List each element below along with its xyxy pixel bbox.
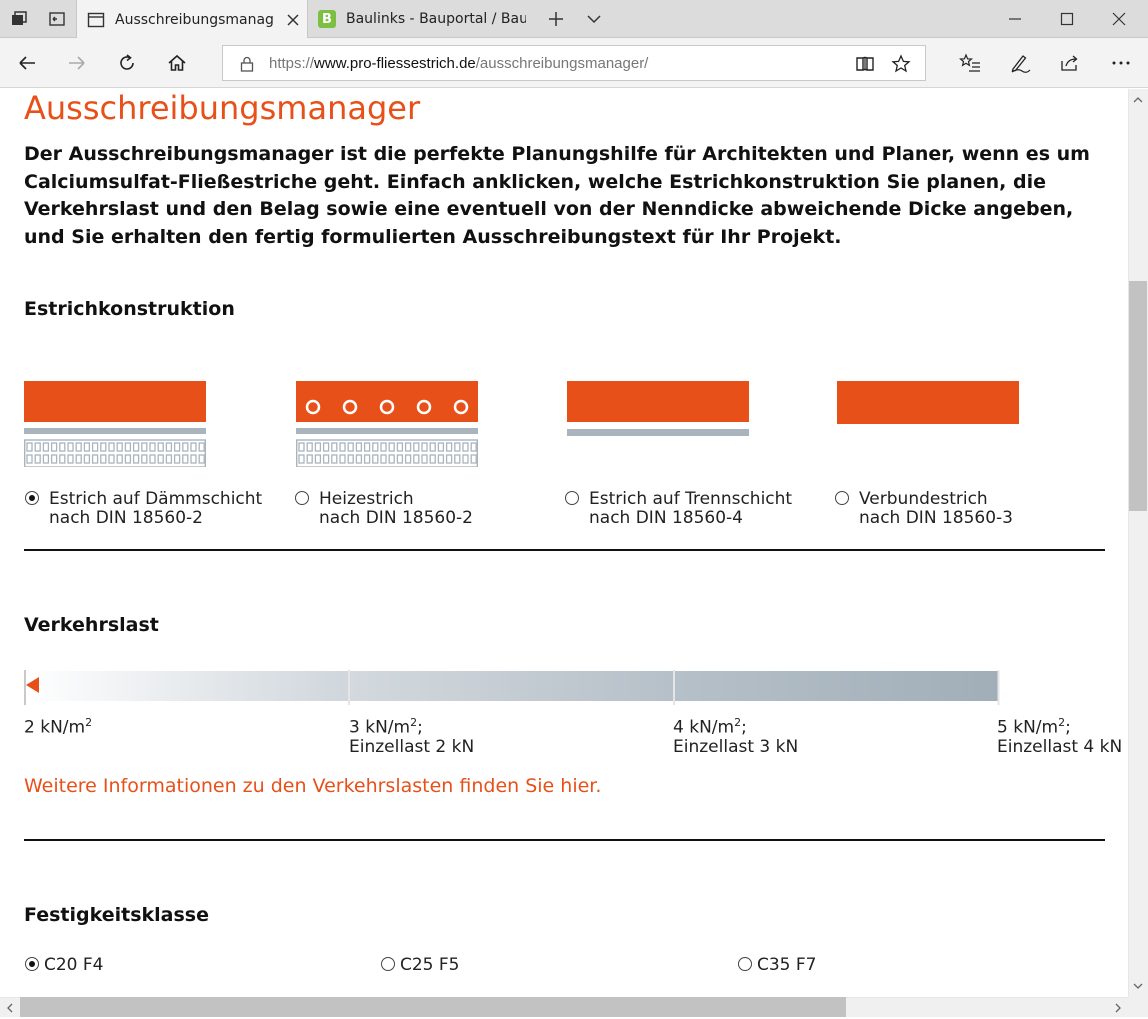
- tick-suffix: ;: [1065, 717, 1071, 738]
- load-heading: Verkehrslast: [24, 614, 159, 636]
- page-content: Ausschreibungsmanager Der Ausschreibungs…: [0, 89, 1128, 997]
- close-window-icon[interactable]: [1108, 8, 1130, 30]
- construction-label-insulation[interactable]: Estrich auf Dämmschicht nach DIN 18560-2: [49, 490, 262, 528]
- load-slider[interactable]: [24, 670, 1000, 706]
- tick-suffix: ;: [417, 717, 423, 738]
- url-scheme: https://: [269, 55, 315, 72]
- option-line2: nach DIN 18560-2: [319, 508, 473, 528]
- vertical-scrollbar[interactable]: [1128, 89, 1148, 997]
- section-divider: [24, 549, 1105, 551]
- option-line2: nach DIN 18560-2: [49, 508, 203, 528]
- tick-line1: 5 kN/m2;: [997, 713, 1122, 738]
- construction-label-heating[interactable]: Heizestrich nach DIN 18560-2: [319, 490, 473, 528]
- tab-title: Ausschreibungsmanage: [115, 11, 273, 28]
- close-tab-icon[interactable]: [285, 12, 301, 28]
- tick-sup: 2: [85, 716, 93, 729]
- url-text[interactable]: https://www.pro-fliessestrich.de/ausschr…: [269, 55, 648, 72]
- strength-radio-c20[interactable]: [25, 957, 39, 971]
- scrollbar-corner: [1128, 997, 1148, 1017]
- refresh-icon[interactable]: [114, 51, 140, 75]
- tick-line1: 4 kN/m2;: [673, 713, 798, 738]
- tick-value: 3 kN/m: [349, 717, 411, 738]
- tab-icon: [87, 11, 105, 29]
- slider-segment-2: [350, 671, 673, 701]
- forward-icon[interactable]: [64, 51, 90, 75]
- baulinks-favicon: B: [318, 10, 336, 28]
- home-icon[interactable]: [164, 51, 190, 75]
- strength-radio-c35[interactable]: [738, 957, 752, 971]
- load-info-link[interactable]: Weitere Informationen zu den Verkehrslas…: [24, 775, 601, 797]
- tab-title: Baulinks - Bauportal / Baum: [346, 11, 526, 27]
- vertical-scrollbar-thumb[interactable]: [1129, 281, 1147, 511]
- reading-view-icon[interactable]: [855, 54, 875, 74]
- tick-line1: 3 kN/m2;: [349, 713, 474, 738]
- strength-heading: Festigkeitsklasse: [24, 904, 209, 926]
- load-tick-label-5[interactable]: 5 kN/m2; Einzellast 4 kN: [997, 713, 1122, 757]
- url-host: www.pro-fliessestrich.de: [314, 55, 476, 72]
- slider-segment-3: [675, 671, 998, 701]
- tab-active[interactable]: Ausschreibungsmanage: [76, 0, 308, 39]
- construction-radio-heating[interactable]: [295, 491, 309, 505]
- tick-line1: 2 kN/m2: [24, 713, 92, 738]
- share-icon[interactable]: [1057, 51, 1083, 75]
- lock-icon: [239, 55, 255, 73]
- address-bar[interactable]: https://www.pro-fliessestrich.de/ausschr…: [222, 45, 926, 81]
- tabs-aside-icon[interactable]: [46, 8, 68, 30]
- load-tick-label-4[interactable]: 4 kN/m2; Einzellast 3 kN: [673, 713, 798, 757]
- load-tick-label-3[interactable]: 3 kN/m2; Einzellast 2 kN: [349, 713, 474, 757]
- scroll-left-icon[interactable]: [3, 1000, 17, 1014]
- construction-radio-bonded[interactable]: [835, 491, 849, 505]
- strength-radio-c25[interactable]: [381, 957, 395, 971]
- construction-radio-insulation[interactable]: [25, 491, 39, 505]
- tick-line2: Einzellast 3 kN: [673, 736, 799, 757]
- section-divider: [24, 839, 1105, 841]
- construction-label-separating-layer[interactable]: Estrich auf Trennschicht nach DIN 18560-…: [589, 490, 792, 528]
- construction-radio-separating-layer[interactable]: [565, 491, 579, 505]
- url-path: /ausschreibungsmanager/: [475, 55, 649, 72]
- tab-inactive[interactable]: B Baulinks - Bauportal / Baum: [308, 0, 537, 38]
- tab-manager-icon[interactable]: [8, 8, 30, 30]
- scroll-down-icon[interactable]: [1131, 978, 1145, 992]
- slider-segment-1: [25, 671, 348, 701]
- horizontal-scrollbar-thumb[interactable]: [20, 997, 846, 1017]
- pen-icon[interactable]: [1007, 51, 1033, 75]
- tab-list-icon[interactable]: [583, 8, 605, 30]
- page-title: Ausschreibungsmanager: [24, 89, 421, 127]
- strength-label-c25[interactable]: C25 F5: [400, 956, 460, 975]
- tick-line2: Einzellast 2 kN: [349, 736, 475, 757]
- tick-suffix: ;: [741, 717, 747, 738]
- favorites-list-icon[interactable]: [957, 51, 983, 75]
- maximize-icon[interactable]: [1056, 8, 1078, 30]
- construction-diagram-separating-layer[interactable]: [567, 381, 749, 439]
- tick-value: 5 kN/m: [997, 717, 1059, 738]
- option-line1: Verbundestrich: [859, 489, 988, 509]
- strength-label-c20[interactable]: C20 F4: [44, 956, 104, 975]
- more-icon[interactable]: [1108, 51, 1134, 75]
- load-tick-label-2[interactable]: 2 kN/m2: [24, 713, 92, 738]
- new-tab-icon[interactable]: [545, 8, 567, 30]
- strength-label-c35[interactable]: C35 F7: [757, 956, 817, 975]
- tick-line2: Einzellast 4 kN: [997, 736, 1123, 757]
- construction-diagram-bonded[interactable]: [837, 381, 1019, 427]
- construction-diagram-insulation[interactable]: [24, 381, 206, 467]
- navigation-bar: https://www.pro-fliessestrich.de/ausschr…: [0, 38, 1148, 88]
- option-line2: nach DIN 18560-3: [859, 508, 1013, 528]
- back-icon[interactable]: [14, 51, 40, 75]
- intro-text: Der Ausschreibungsmanager ist die perfek…: [24, 143, 1090, 248]
- tick-value: 4 kN/m: [673, 717, 735, 738]
- tick-value: 2 kN/m: [24, 717, 86, 738]
- option-line1: Estrich auf Trennschicht: [589, 489, 793, 509]
- option-line1: Heizestrich: [319, 489, 414, 509]
- construction-heading: Estrichkonstruktion: [24, 298, 235, 320]
- favorite-star-icon[interactable]: [891, 54, 911, 74]
- minimize-icon[interactable]: [1004, 8, 1026, 30]
- scroll-right-icon[interactable]: [1111, 1000, 1125, 1014]
- construction-diagram-heating[interactable]: [296, 381, 478, 467]
- scroll-up-icon[interactable]: [1131, 92, 1145, 106]
- option-line1: Estrich auf Dämmschicht: [49, 489, 263, 509]
- tab-bar: Ausschreibungsmanage B Baulinks - Baupor…: [0, 0, 1148, 39]
- construction-label-bonded[interactable]: Verbundestrich nach DIN 18560-3: [859, 490, 1013, 528]
- option-line2: nach DIN 18560-4: [589, 508, 743, 528]
